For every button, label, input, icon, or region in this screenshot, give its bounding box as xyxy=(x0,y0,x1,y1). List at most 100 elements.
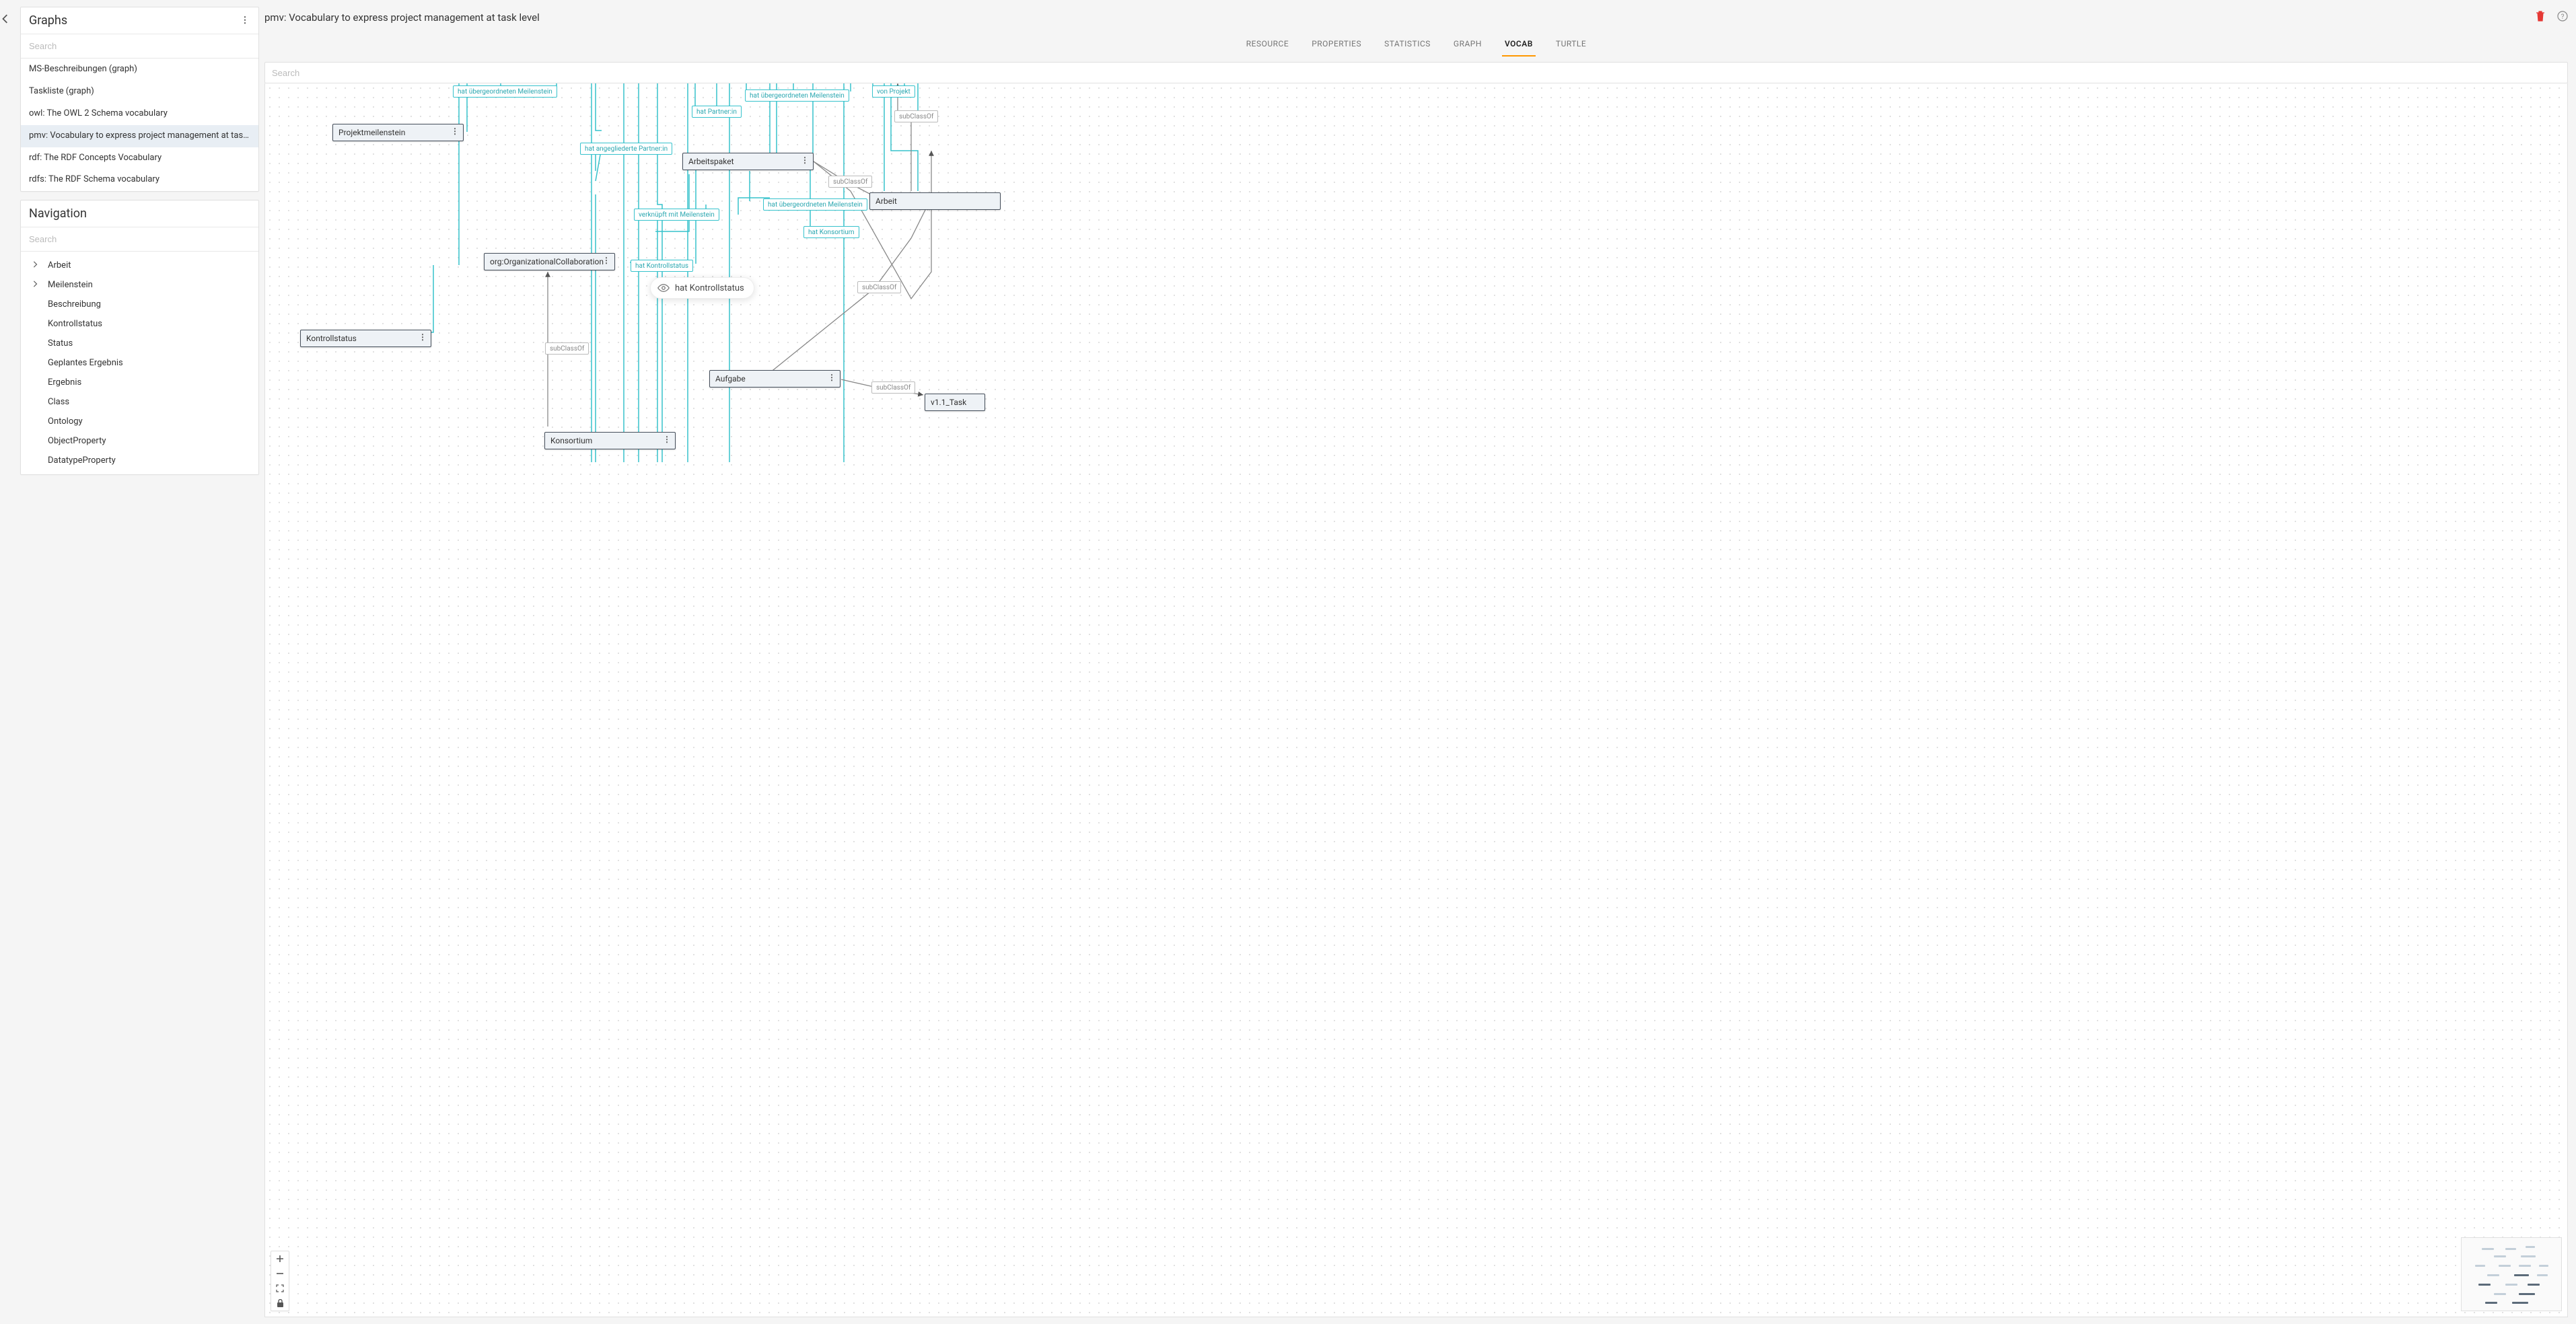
navigation-list: Arbeit Meilenstein Beschreibung Kontrollsta… xyxy=(21,252,258,474)
nav-item-label: Status xyxy=(44,338,73,348)
relation-label[interactable]: hat Kontrollstatus xyxy=(631,260,693,272)
nav-item-label: Geplantes Ergebnis xyxy=(44,358,123,368)
nav-item[interactable]: ObjectProperty xyxy=(21,431,258,451)
nav-item-label: Beschreibung xyxy=(44,299,101,309)
nav-item[interactable]: Ontology xyxy=(21,412,258,431)
tooltip: hat Kontrollstatus xyxy=(650,277,754,299)
relation-label[interactable]: hat Partner:in xyxy=(692,106,742,118)
tabs: RESOURCE PROPERTIES STATISTICS GRAPH VOCAB TU… xyxy=(264,32,2568,57)
relation-label[interactable]: hat Konsortium xyxy=(803,226,859,238)
tab-graph[interactable]: GRAPH xyxy=(1451,39,1484,57)
relation-label[interactable]: subClassOf xyxy=(828,176,872,188)
relation-label[interactable]: subClassOf xyxy=(894,110,938,122)
chevron-right-icon[interactable] xyxy=(32,260,44,270)
nav-item-label: Meilenstein xyxy=(44,280,93,290)
navigation-panel: Navigation Arbeit Meilenstein Beschreibung… xyxy=(20,200,259,475)
node-menu-icon[interactable]: ⋮ xyxy=(419,333,427,341)
node-kontrollstatus[interactable]: Kontrollstatus⋮ xyxy=(300,330,431,347)
nav-item[interactable]: Class xyxy=(21,392,258,412)
zoom-in-button[interactable] xyxy=(271,1251,289,1266)
graphs-list-item[interactable]: MS-Beschreibungen (graph) xyxy=(21,59,258,81)
header-actions: ? xyxy=(2536,11,2568,24)
tab-statistics[interactable]: STATISTICS xyxy=(1382,39,1433,57)
tab-turtle[interactable]: TURTLE xyxy=(1553,39,1589,57)
graph-canvas[interactable]: hat Kontrollstatus Projektmeilenstein⋮Ar… xyxy=(264,83,2568,1317)
nav-item[interactable]: DatatypeProperty xyxy=(21,451,258,470)
graphs-list-item[interactable]: Taskliste (graph) xyxy=(21,81,258,103)
graphs-search-input[interactable] xyxy=(21,34,258,58)
graphs-search xyxy=(21,34,258,59)
zoom-out-button[interactable] xyxy=(271,1266,289,1281)
nav-item[interactable]: Status xyxy=(21,334,258,353)
node-konsortium[interactable]: Konsortium ⋮ xyxy=(544,432,676,449)
navigation-search-input[interactable] xyxy=(21,227,258,251)
node-label: Projektmeilenstein xyxy=(338,128,405,137)
lock-button[interactable] xyxy=(271,1296,289,1311)
relation-label[interactable]: subClassOf xyxy=(857,281,901,293)
relation-label[interactable]: subClassOf xyxy=(871,381,915,394)
node-menu-icon[interactable]: ⋮ xyxy=(828,373,836,381)
graphs-list-item[interactable]: owl: The OWL 2 Schema vocabulary xyxy=(21,103,258,125)
nav-item[interactable]: Arbeit xyxy=(21,256,258,275)
nav-item-label: DatatypeProperty xyxy=(44,455,116,466)
node-label: Arbeitspaket xyxy=(688,157,734,166)
node-label: Konsortium xyxy=(550,436,592,445)
node-v11task[interactable]: v1.1_Task xyxy=(925,394,985,411)
nav-item[interactable]: Ergebnis xyxy=(21,373,258,392)
graphs-list-item[interactable]: rdfs: The RDF Schema vocabulary xyxy=(21,169,258,191)
fit-button[interactable] xyxy=(271,1281,289,1296)
nav-item-label: Class xyxy=(44,397,69,407)
delete-icon[interactable] xyxy=(2536,11,2545,24)
canvas-search-input[interactable] xyxy=(265,63,2567,83)
navigation-panel-header: Navigation xyxy=(21,200,258,227)
graphs-list-item[interactable]: pmv: Vocabulary to express project manag… xyxy=(21,125,258,147)
relation-label[interactable]: subClassOf xyxy=(545,342,589,355)
node-aufgabe[interactable]: Aufgabe ⋮ xyxy=(709,370,840,388)
graphs-list: MS-Beschreibungen (graph)Taskliste (grap… xyxy=(21,59,258,191)
graphs-list-item[interactable]: rdf: The RDF Concepts Vocabulary xyxy=(21,147,258,170)
relation-label[interactable]: hat übergeordneten Meilenstein xyxy=(763,198,867,211)
node-arbeitspaket[interactable]: Arbeitspaket ⋮ xyxy=(682,153,814,170)
main-area: pmv: Vocabulary to express project manag… xyxy=(259,0,2576,1324)
node-menu-icon[interactable]: ⋮ xyxy=(801,156,809,164)
nav-item[interactable]: Kontrollstatus xyxy=(21,314,258,334)
nav-item-label: Ergebnis xyxy=(44,377,81,388)
collapse-sidebar-button[interactable] xyxy=(0,12,12,26)
navigation-search xyxy=(21,227,258,252)
tab-resource[interactable]: RESOURCE xyxy=(1244,39,1291,57)
tab-properties[interactable]: PROPERTIES xyxy=(1309,39,1364,57)
node-label: Arbeit xyxy=(875,196,897,206)
tooltip-label: hat Kontrollstatus xyxy=(675,283,744,293)
navigation-title: Navigation xyxy=(29,207,87,221)
node-menu-icon[interactable]: ⋮ xyxy=(602,256,610,264)
canvas-area: hat Kontrollstatus Projektmeilenstein⋮Ar… xyxy=(264,62,2568,1317)
nav-item-label: Ontology xyxy=(44,416,83,427)
node-org-collab[interactable]: org:OrganizationalCollaboration⋮ xyxy=(484,253,615,270)
sidebar: Graphs ⋮ MS-Beschreibungen (graph)Taskli… xyxy=(0,0,259,1324)
nav-item[interactable]: Meilenstein xyxy=(21,275,258,295)
node-arbeit[interactable]: Arbeit xyxy=(869,192,1001,210)
node-label: Aufgabe xyxy=(715,374,746,383)
minimap[interactable] xyxy=(2461,1237,2562,1311)
chevron-right-icon[interactable] xyxy=(32,280,44,290)
nav-item-label: Kontrollstatus xyxy=(44,319,102,329)
node-projektmeilenstein[interactable]: Projektmeilenstein ⋮ xyxy=(332,124,464,141)
graphs-panel: Graphs ⋮ MS-Beschreibungen (graph)Taskli… xyxy=(20,7,259,192)
nav-item-label: Arbeit xyxy=(44,260,71,270)
tab-vocab[interactable]: VOCAB xyxy=(1502,39,1536,57)
node-menu-icon[interactable]: ⋮ xyxy=(451,127,459,135)
relation-label[interactable]: hat angegliederte Partner:in xyxy=(580,143,672,155)
node-menu-icon[interactable]: ⋮ xyxy=(663,435,671,443)
nav-item[interactable]: Geplantes Ergebnis xyxy=(21,353,258,373)
node-label: org:OrganizationalCollaboration xyxy=(490,257,604,266)
graphs-more-icon[interactable]: ⋮ xyxy=(240,15,250,26)
relation-label[interactable]: hat übergeordneten Meilenstein xyxy=(453,85,557,98)
nav-item-label: ObjectProperty xyxy=(44,436,106,446)
nav-item[interactable]: Beschreibung xyxy=(21,295,258,314)
relation-label[interactable]: von Projekt xyxy=(872,85,915,98)
help-icon[interactable]: ? xyxy=(2557,11,2568,24)
relation-label[interactable]: hat übergeordneten Meilenstein xyxy=(745,89,849,102)
relation-label[interactable]: verknüpft mit Meilenstein xyxy=(634,209,719,221)
graphs-title: Graphs xyxy=(29,13,67,28)
main-header: pmv: Vocabulary to express project manag… xyxy=(264,7,2568,28)
